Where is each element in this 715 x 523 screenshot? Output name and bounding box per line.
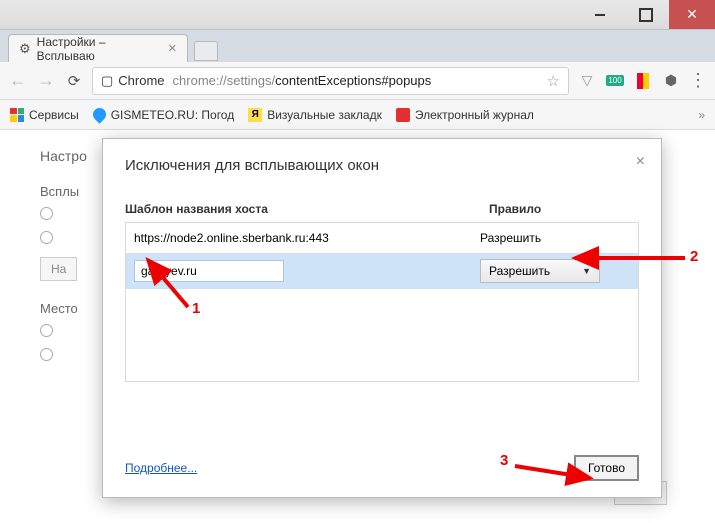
exception-rule-editing: Разрешить ▼ bbox=[480, 259, 630, 283]
dialog-close-button[interactable]: × bbox=[636, 153, 645, 171]
yandex-icon: Я bbox=[248, 108, 262, 122]
manage-exceptions-bg-button[interactable]: На bbox=[40, 257, 77, 281]
exceptions-grid: Шаблон названия хоста Правило https://no… bbox=[125, 196, 639, 382]
window-minimize-button[interactable] bbox=[577, 0, 623, 29]
window-titlebar bbox=[0, 0, 715, 30]
address-bar[interactable]: ▢ Chrome chrome://settings/contentExcept… bbox=[92, 67, 569, 95]
bookmark-star-icon[interactable]: ☆ bbox=[547, 72, 560, 90]
extension-ublock-icon[interactable]: ⬢ bbox=[661, 71, 681, 91]
dialog-footer: Подробнее... Готово bbox=[125, 455, 639, 481]
browser-tab[interactable]: ⚙ Настройки – Всплываю ✕ bbox=[8, 34, 188, 62]
new-tab-button[interactable] bbox=[194, 41, 218, 61]
bookmark-apps[interactable]: Сервисы bbox=[10, 108, 79, 122]
radio-option[interactable] bbox=[40, 207, 53, 220]
bookmark-visual[interactable]: Я Визуальные закладк bbox=[248, 108, 382, 122]
window-close-button[interactable] bbox=[669, 0, 715, 29]
done-button[interactable]: Готово bbox=[574, 455, 639, 481]
journal-icon bbox=[396, 108, 410, 122]
exception-rule: Разрешить bbox=[480, 231, 630, 245]
rule-dropdown[interactable]: Разрешить ▼ bbox=[480, 259, 600, 283]
droplet-icon bbox=[90, 105, 108, 123]
extension-yandex-icon[interactable] bbox=[633, 71, 653, 91]
host-input[interactable] bbox=[134, 260, 284, 282]
browser-toolbar: ← → ⟳ ▢ Chrome chrome://settings/content… bbox=[0, 62, 715, 100]
radio-option[interactable] bbox=[40, 324, 53, 337]
grid-body: https://node2.online.sberbank.ru:443 Раз… bbox=[125, 222, 639, 382]
bookmarks-bar: Сервисы GISMETEO.RU: Погод Я Визуальные … bbox=[0, 100, 715, 130]
rule-dropdown-value: Разрешить bbox=[489, 264, 550, 278]
exception-host: https://node2.online.sberbank.ru:443 bbox=[134, 231, 480, 245]
browser-menu-button[interactable]: ⋮ bbox=[689, 70, 707, 91]
radio-option[interactable] bbox=[40, 348, 53, 361]
apps-icon bbox=[10, 108, 24, 122]
popup-exceptions-dialog: Исключения для всплывающих окон × Шаблон… bbox=[102, 138, 662, 498]
extension-shield-icon[interactable]: ▽ bbox=[577, 71, 597, 91]
gear-icon: ⚙ bbox=[19, 41, 31, 57]
exception-row-editing: Разрешить ▼ bbox=[126, 253, 638, 289]
back-button[interactable]: ← bbox=[8, 70, 28, 91]
learn-more-link[interactable]: Подробнее... bbox=[125, 461, 197, 475]
tab-close-icon[interactable]: ✕ bbox=[168, 42, 177, 55]
exception-row[interactable]: https://node2.online.sberbank.ru:443 Раз… bbox=[126, 223, 638, 253]
tab-strip: ⚙ Настройки – Всплываю ✕ bbox=[0, 30, 715, 62]
extension-badge-icon[interactable]: 100 bbox=[605, 71, 625, 91]
radio-option[interactable] bbox=[40, 231, 53, 244]
url-path: contentExceptions#popups bbox=[275, 73, 431, 88]
forward-button[interactable]: → bbox=[36, 70, 56, 91]
exception-host-editing bbox=[134, 260, 480, 282]
bookmarks-overflow-button[interactable]: » bbox=[698, 108, 705, 122]
tab-title: Настройки – Всплываю bbox=[37, 35, 158, 63]
grid-header: Шаблон названия хоста Правило bbox=[125, 196, 639, 222]
url-scheme: chrome://settings/ bbox=[173, 73, 276, 88]
page-icon: ▢ bbox=[101, 73, 113, 89]
column-host-header: Шаблон названия хоста bbox=[125, 202, 489, 216]
bookmark-journal[interactable]: Электронный журнал bbox=[396, 108, 534, 122]
page-content: Настро Всплы На Место отово Исключения д… bbox=[0, 130, 715, 523]
site-identity: ▢ Chrome bbox=[101, 73, 165, 89]
chevron-down-icon: ▼ bbox=[582, 266, 591, 276]
bookmark-gismeteo[interactable]: GISMETEO.RU: Погод bbox=[93, 108, 235, 122]
window-maximize-button[interactable] bbox=[623, 0, 669, 29]
column-rule-header: Правило bbox=[489, 202, 639, 216]
reload-button[interactable]: ⟳ bbox=[64, 72, 84, 90]
dialog-title: Исключения для всплывающих окон bbox=[125, 157, 639, 174]
